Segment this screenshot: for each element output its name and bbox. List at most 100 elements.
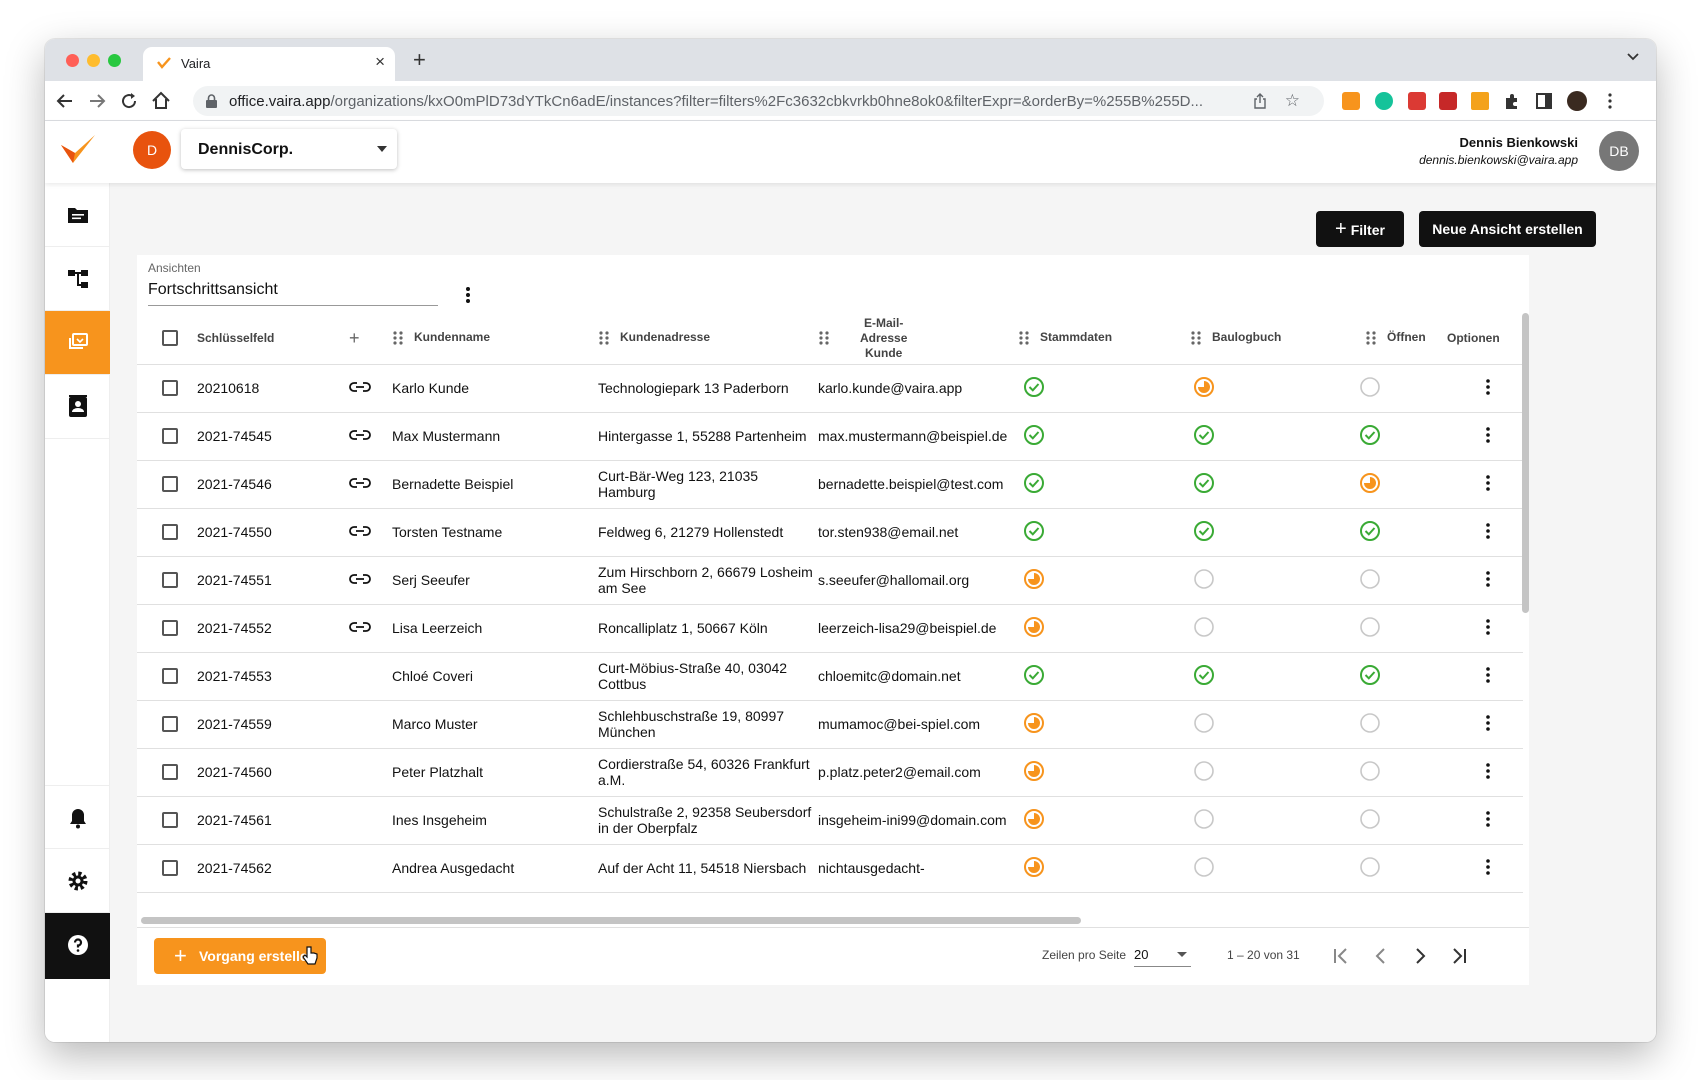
sidebar-item-instances[interactable] — [45, 311, 110, 375]
status-empty-icon[interactable] — [1359, 376, 1381, 398]
status-progress-icon[interactable] — [1193, 376, 1215, 398]
status-progress-icon[interactable] — [1023, 568, 1045, 590]
status-empty-icon[interactable] — [1193, 568, 1215, 590]
status-done-icon[interactable] — [1193, 424, 1215, 446]
table-row[interactable]: 2021-74562 Andrea Ausgedacht Auf der Acht … — [137, 844, 1523, 893]
rows-per-page-select[interactable]: 20 — [1134, 947, 1148, 962]
row-checkbox[interactable] — [162, 380, 178, 396]
link-icon[interactable] — [349, 429, 371, 441]
link-icon[interactable] — [349, 477, 371, 489]
row-options-icon[interactable] — [1485, 378, 1491, 396]
drag-handle-icon[interactable] — [1190, 330, 1202, 346]
column-header-address[interactable]: Kundenadresse — [598, 313, 818, 365]
sidebar-item-contacts[interactable] — [45, 375, 110, 439]
bookmark-star-icon[interactable]: ☆ — [1285, 91, 1300, 111]
row-options-icon[interactable] — [1485, 666, 1491, 684]
column-header-name[interactable]: Kundenname — [392, 313, 598, 365]
table-row[interactable]: 2021-74551 Serj Seeufer Zum Hirschborn 2, … — [137, 556, 1523, 605]
status-done-icon[interactable] — [1359, 664, 1381, 686]
status-done-icon[interactable] — [1359, 424, 1381, 446]
row-checkbox[interactable] — [162, 476, 178, 492]
row-options-icon[interactable] — [1485, 858, 1491, 876]
side-panel-icon[interactable] — [1535, 92, 1553, 110]
status-empty-icon[interactable] — [1359, 808, 1381, 830]
grammarly-extension-icon[interactable] — [1375, 92, 1393, 110]
status-empty-icon[interactable] — [1359, 760, 1381, 782]
status-done-icon[interactable] — [1023, 376, 1045, 398]
select-all-checkbox[interactable] — [162, 330, 178, 347]
row-checkbox[interactable] — [162, 668, 178, 684]
column-header-open[interactable]: Öffnen — [1357, 313, 1447, 365]
status-done-icon[interactable] — [1023, 472, 1045, 494]
status-done-icon[interactable] — [1359, 520, 1381, 542]
link-icon[interactable] — [349, 381, 371, 393]
lock-icon[interactable] — [205, 94, 218, 108]
url-text[interactable]: office.vaira.app/organizations/kxO0mPlD7… — [229, 93, 1239, 110]
address-bar[interactable]: office.vaira.app/organizations/kxO0mPlD7… — [193, 86, 1324, 116]
status-progress-icon[interactable] — [1359, 472, 1381, 494]
views-select[interactable]: Fortschrittsansicht — [148, 281, 278, 299]
sidebar-item-settings[interactable] — [45, 849, 110, 913]
row-options-icon[interactable] — [1485, 522, 1491, 540]
status-done-icon[interactable] — [1023, 424, 1045, 446]
create-instance-button[interactable]: + Vorgang erstellen — [154, 938, 326, 974]
row-checkbox[interactable] — [162, 860, 178, 876]
row-options-icon[interactable] — [1485, 762, 1491, 780]
status-progress-icon[interactable] — [1023, 856, 1045, 878]
row-checkbox[interactable] — [162, 812, 178, 828]
column-header-email[interactable]: E-Mail- Adresse Kunde — [818, 313, 1018, 365]
table-row[interactable]: 2021-74560 Peter Platzhalt Cordierstraße 5… — [137, 748, 1523, 797]
link-icon[interactable] — [349, 525, 371, 537]
drag-handle-icon[interactable] — [1365, 330, 1377, 346]
home-icon[interactable] — [149, 89, 173, 113]
link-icon[interactable] — [349, 621, 371, 633]
table-row[interactable]: 20210618 Karlo Kunde Technologiepark 13 Pa… — [137, 364, 1523, 413]
link-icon[interactable] — [349, 573, 371, 585]
column-header-log[interactable]: Baulogbuch — [1190, 313, 1357, 365]
status-empty-icon[interactable] — [1193, 712, 1215, 734]
row-checkbox[interactable] — [162, 572, 178, 588]
status-empty-icon[interactable] — [1193, 808, 1215, 830]
status-empty-icon[interactable] — [1193, 616, 1215, 638]
row-checkbox[interactable] — [162, 428, 178, 444]
sidebar-item-notifications[interactable] — [45, 785, 110, 849]
back-arrow-icon[interactable] — [53, 89, 77, 113]
calendar-extension-icon[interactable] — [1408, 92, 1426, 110]
row-options-icon[interactable] — [1485, 474, 1491, 492]
row-checkbox[interactable] — [162, 764, 178, 780]
rss-extension-icon[interactable] — [1471, 92, 1489, 110]
previous-page-icon[interactable] — [1369, 944, 1393, 968]
tab-search-chevron-icon[interactable] — [1626, 49, 1640, 63]
tab-close-icon[interactable]: × — [375, 52, 385, 72]
row-checkbox[interactable] — [162, 524, 178, 540]
extensions-puzzle-icon[interactable] — [1503, 92, 1521, 110]
first-page-icon[interactable] — [1329, 944, 1353, 968]
row-options-icon[interactable] — [1485, 714, 1491, 732]
status-done-icon[interactable] — [1193, 664, 1215, 686]
column-header-master[interactable]: Stammdaten — [1018, 313, 1190, 365]
browser-menu-icon[interactable] — [1601, 92, 1619, 110]
add-column-button[interactable]: + — [349, 313, 392, 365]
minimize-window-button[interactable] — [87, 54, 100, 67]
table-row[interactable]: 2021-74553 Chloé Coveri Curt-Möbius-Straße… — [137, 652, 1523, 701]
browser-tab[interactable]: Vaira × — [143, 47, 395, 81]
row-checkbox[interactable] — [162, 716, 178, 732]
views-more-icon[interactable] — [465, 285, 471, 305]
profile-avatar-icon[interactable] — [1567, 91, 1587, 111]
status-empty-icon[interactable] — [1359, 568, 1381, 590]
status-empty-icon[interactable] — [1359, 712, 1381, 734]
last-page-icon[interactable] — [1447, 944, 1471, 968]
status-empty-icon[interactable] — [1359, 856, 1381, 878]
status-progress-icon[interactable] — [1023, 712, 1045, 734]
table-row[interactable]: 2021-74561 Ines Insgeheim Schulstraße 2, 9… — [137, 796, 1523, 845]
org-select[interactable]: DennisCorp. — [181, 129, 397, 169]
new-tab-icon[interactable]: + — [413, 47, 426, 73]
status-done-icon[interactable] — [1193, 472, 1215, 494]
reload-icon[interactable] — [117, 89, 141, 113]
horizontal-scrollbar[interactable] — [141, 917, 1081, 924]
table-row[interactable]: 2021-74552 Lisa Leerzeich Roncalliplatz 1,… — [137, 604, 1523, 653]
drag-handle-icon[interactable] — [818, 330, 830, 346]
user-avatar[interactable]: DB — [1599, 131, 1639, 171]
status-empty-icon[interactable] — [1193, 760, 1215, 782]
sidebar-item-help[interactable] — [45, 913, 110, 979]
